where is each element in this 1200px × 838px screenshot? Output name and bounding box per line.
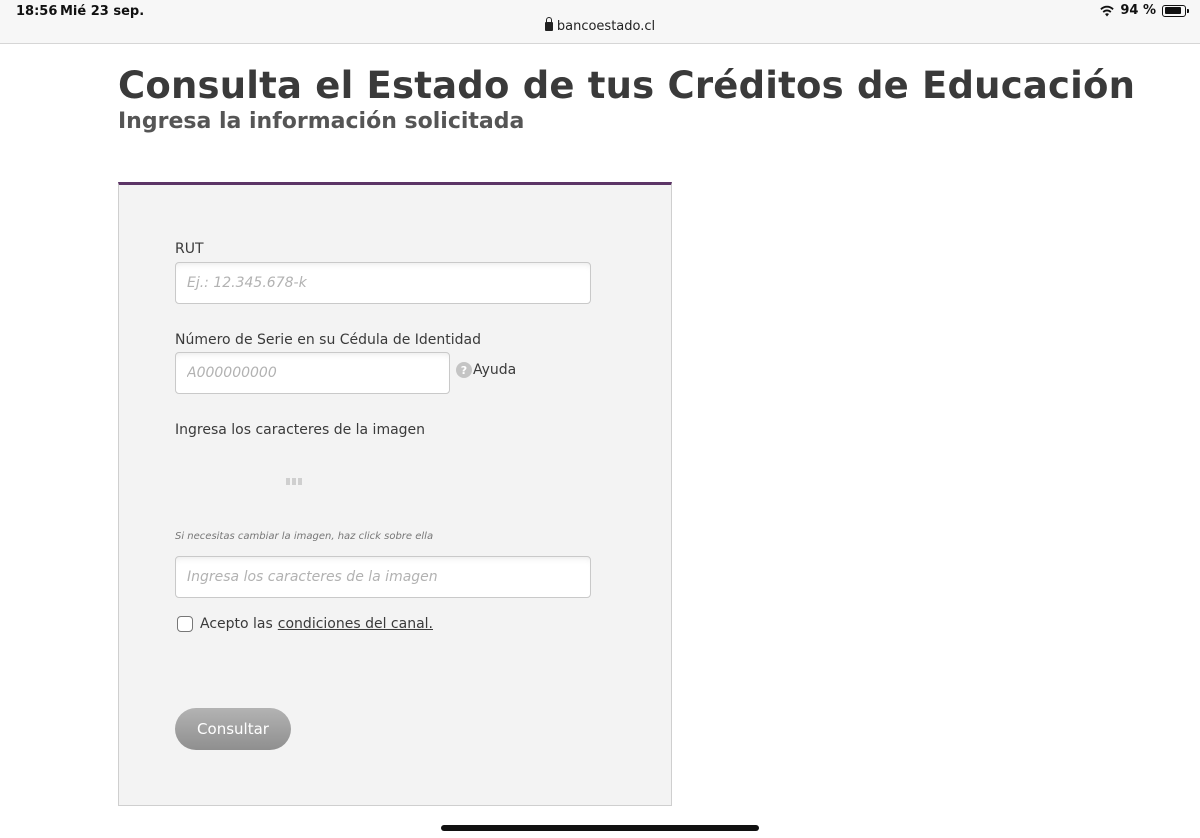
- captcha-image[interactable]: [286, 478, 302, 485]
- consultar-button[interactable]: Consultar: [175, 708, 291, 750]
- address-bar[interactable]: bancoestado.cl: [0, 17, 1200, 34]
- serie-label: Número de Serie en su Cédula de Identida…: [175, 332, 482, 348]
- url-text: bancoestado.cl: [556, 19, 656, 34]
- page-title: Consulta el Estado de tus Créditos de Ed…: [118, 64, 1136, 107]
- status-time: 18:56: [16, 4, 58, 19]
- status-date: Mié 23 sep.: [60, 4, 145, 19]
- status-indicators: 94 %: [1100, 3, 1189, 18]
- battery-percent: 94 %: [1120, 3, 1156, 18]
- terms-prefix: Acepto las: [200, 616, 273, 632]
- serie-input[interactable]: [175, 352, 450, 394]
- rut-label: RUT: [175, 241, 204, 257]
- lock-icon: [544, 17, 553, 31]
- help-link[interactable]: ? Ayuda: [456, 362, 516, 378]
- captcha-hint: Si necesitas cambiar la imagen, haz clic…: [175, 531, 434, 542]
- wifi-icon: [1100, 5, 1115, 16]
- status-bar: 18:56 Mié 23 sep. 94 % bancoestado.cl: [0, 0, 1200, 44]
- captcha-label: Ingresa los caracteres de la imagen: [175, 422, 426, 438]
- terms-link[interactable]: condiciones del canal.: [278, 616, 433, 632]
- home-indicator[interactable]: [441, 825, 759, 831]
- help-label: Ayuda: [473, 362, 517, 378]
- rut-input[interactable]: [175, 262, 591, 304]
- question-icon: ?: [456, 362, 472, 378]
- page-subtitle: Ingresa la información solicitada: [118, 109, 525, 134]
- terms-checkbox[interactable]: [177, 616, 193, 632]
- captcha-input[interactable]: [175, 556, 591, 598]
- terms-row: Acepto las condiciones del canal.: [177, 616, 433, 632]
- form-panel: RUT Número de Serie en su Cédula de Iden…: [118, 182, 672, 806]
- battery-icon: [1162, 4, 1189, 17]
